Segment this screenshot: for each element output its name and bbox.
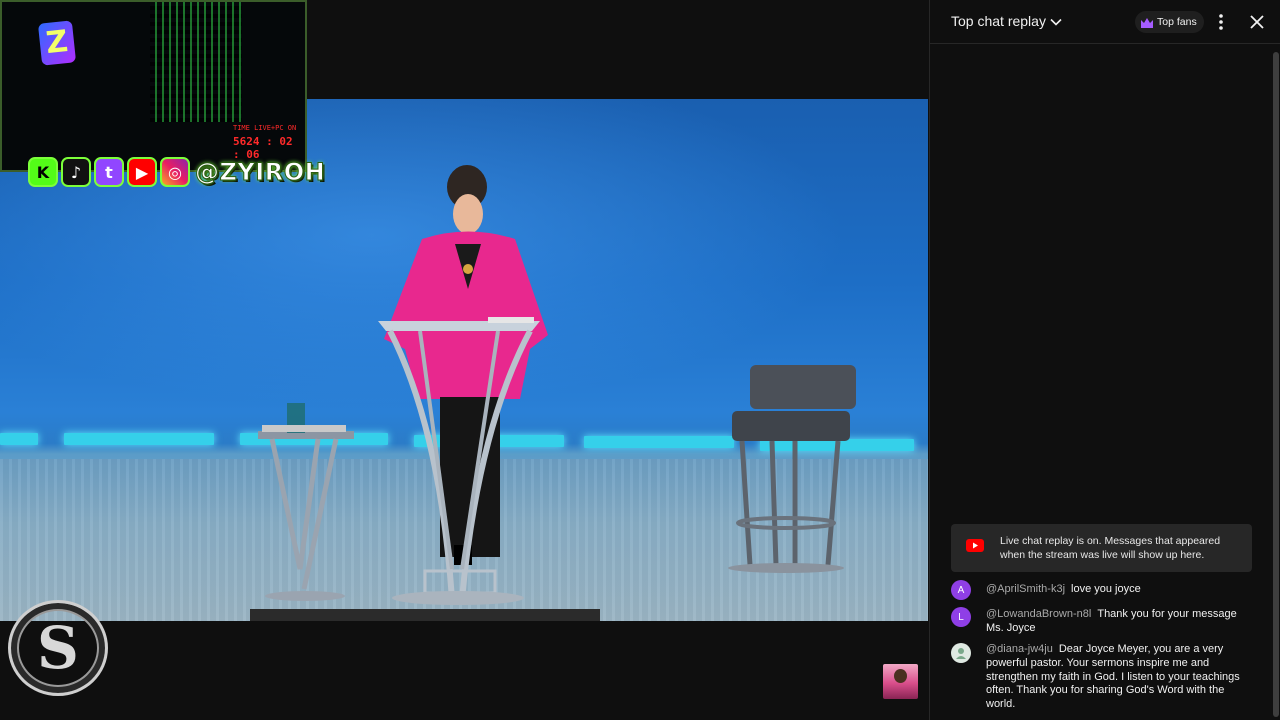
timer-label: TIME LIVE+PC ON xyxy=(233,124,297,132)
chat-message: A @AprilSmith-k3j love you joyce xyxy=(951,580,1251,600)
replay-notice: Live chat replay is on. Messages that ap… xyxy=(951,524,1252,572)
youtube-icon: ▶ xyxy=(127,157,157,187)
chat-header: Top chat replay Top fans xyxy=(930,0,1280,44)
chevron-down-icon[interactable] xyxy=(1049,15,1063,29)
top-fans-label: Top fans xyxy=(1157,16,1197,28)
chat-message-body: @diana-jw4ju Dear Joyce Meyer, you are a … xyxy=(986,643,1251,712)
chat-scrollbar[interactable] xyxy=(1273,52,1279,717)
kick-icon: K xyxy=(28,157,58,187)
chat-text: love you joyce xyxy=(1071,583,1141,595)
chat-message: L @LowandaBrown-n8l Thank you for your me… xyxy=(951,607,1251,636)
app-root: Z TIME LIVE+PC ON 5624 : 02 : 06 K ♪ t ▶… xyxy=(0,0,1280,720)
replay-notice-text: Live chat replay is on. Messages that ap… xyxy=(1000,535,1221,561)
streamer-webcam: Z TIME LIVE+PC ON 5624 : 02 : 06 xyxy=(0,0,307,172)
avatar[interactable]: L xyxy=(951,607,971,627)
stool xyxy=(728,365,856,573)
video-thumbnail[interactable] xyxy=(883,664,918,699)
social-strip: K ♪ t ▶ ◎ @ZYIROH xyxy=(28,155,325,189)
streamer-logo: Z xyxy=(37,20,77,66)
chat-author[interactable]: @AprilSmith-k3j xyxy=(986,583,1065,595)
close-icon[interactable] xyxy=(1248,13,1266,31)
user-avatar-icon xyxy=(956,648,966,659)
chat-author[interactable]: @LowandaBrown-n8l xyxy=(986,608,1091,620)
video-player[interactable]: Z TIME LIVE+PC ON 5624 : 02 : 06 K ♪ t ▶… xyxy=(0,0,928,720)
youtube-icon xyxy=(966,539,984,552)
instagram-icon: ◎ xyxy=(160,157,190,187)
avatar[interactable]: A xyxy=(951,580,971,600)
top-fans-button[interactable]: Top fans xyxy=(1135,11,1204,33)
chat-mode-title[interactable]: Top chat replay xyxy=(951,13,1046,29)
chat-author[interactable]: @diana-jw4ju xyxy=(986,643,1053,655)
watermark-letter: S xyxy=(37,614,79,682)
side-table xyxy=(258,403,354,601)
streamer-handle: @ZYIROH xyxy=(194,158,326,187)
stage-edge xyxy=(250,609,600,621)
chat-message-body: @AprilSmith-k3j love you joyce xyxy=(986,580,1251,597)
avatar[interactable] xyxy=(951,643,971,663)
tiktok-icon: ♪ xyxy=(61,157,91,187)
speaker xyxy=(384,165,548,565)
twitch-icon: t xyxy=(94,157,124,187)
chat-panel: Top chat replay Top fans Live chat repla… xyxy=(929,0,1280,720)
watermark-logo: S xyxy=(8,600,108,696)
led-matrix xyxy=(150,2,242,122)
more-options-icon[interactable] xyxy=(1213,12,1229,32)
chat-message: @diana-jw4ju Dear Joyce Meyer, you are a … xyxy=(951,643,1251,712)
crown-icon xyxy=(1141,17,1153,28)
chat-message-body: @LowandaBrown-n8l Thank you for your mess… xyxy=(986,607,1251,636)
